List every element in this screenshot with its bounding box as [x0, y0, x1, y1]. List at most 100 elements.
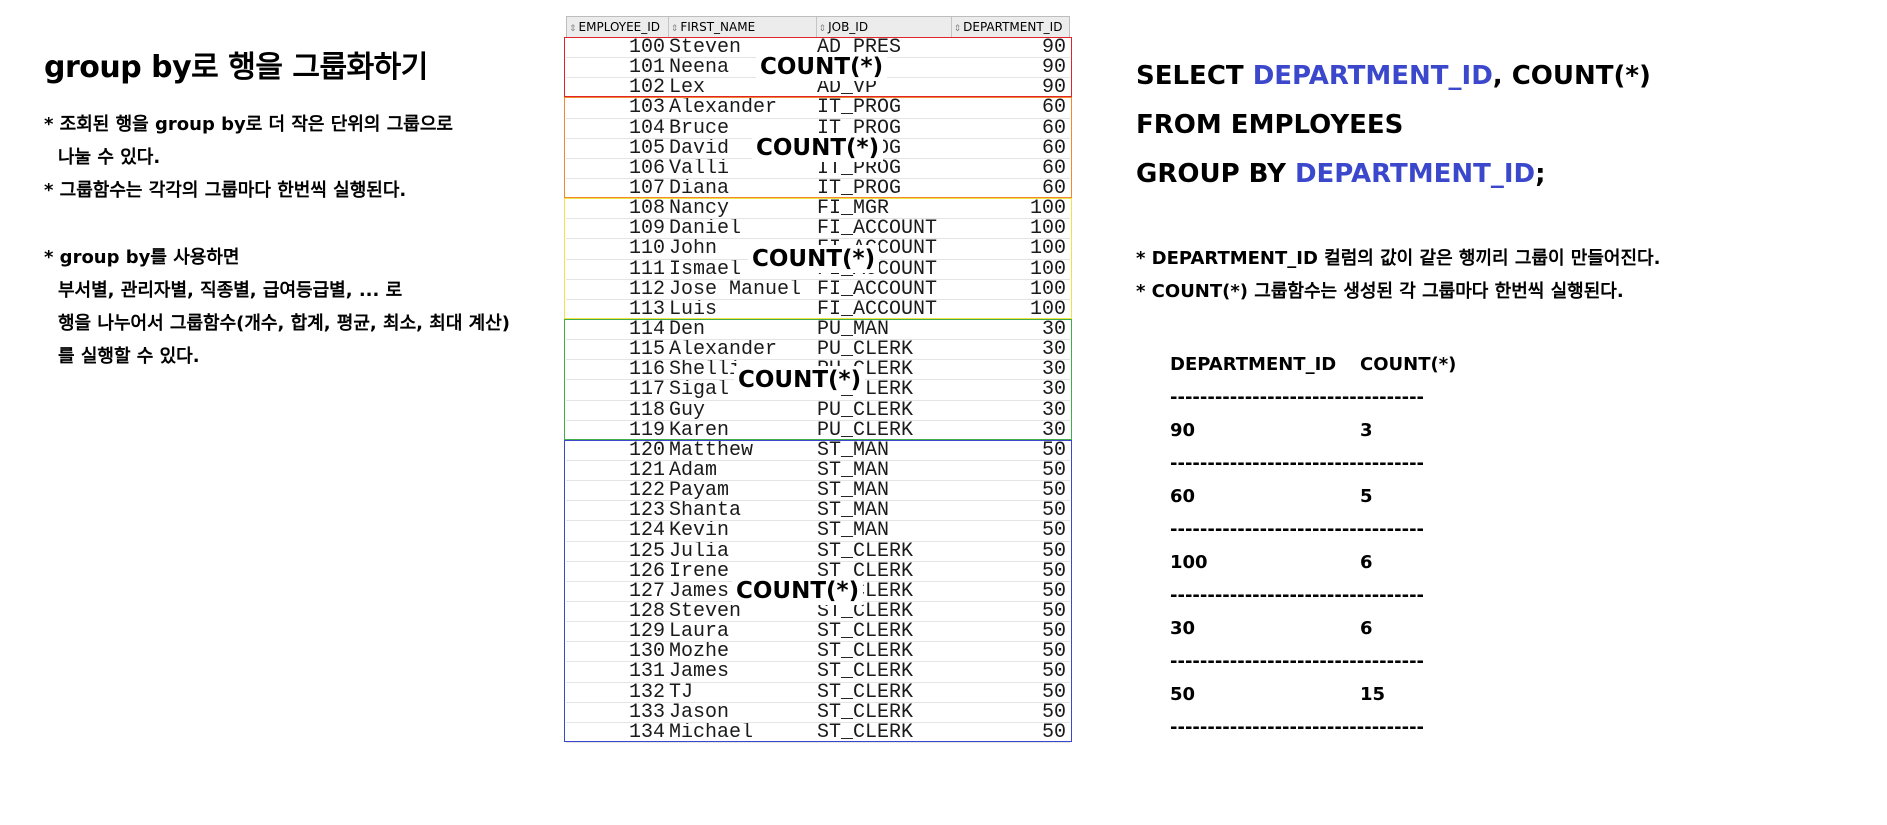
table-cell: 100: [1029, 239, 1066, 259]
table-cell: 127: [628, 581, 665, 601]
table-cell: 30: [1041, 400, 1066, 420]
table-cell: 128: [628, 601, 665, 622]
table-cell: IT_PROG: [817, 178, 902, 199]
result-header-department-id: DEPARTMENT_ID: [1170, 354, 1337, 375]
result-count: 6: [1360, 618, 1373, 639]
table-cell: Michael: [669, 722, 754, 742]
table-row[interactable]: 115 Alexander PU_CLERK 30: [566, 340, 1070, 361]
table-row[interactable]: 114 Den PU_MAN 30: [566, 319, 1070, 341]
table-cell: Shanta: [669, 501, 742, 521]
table-cell: Nancy: [669, 199, 730, 219]
table-row[interactable]: 108 Nancy FI_MGR 100: [566, 199, 1070, 220]
table-row[interactable]: 113 Luis FI_ACCOUNT 100: [566, 300, 1070, 320]
table-row[interactable]: 119 Karen PU_CLERK 30: [566, 421, 1070, 441]
result-count: 3: [1360, 420, 1373, 441]
table-cell: 50: [1041, 682, 1066, 702]
table-cell: 107: [628, 178, 665, 199]
column-header-department-id[interactable]: ⇕ DEPARTMENT_ID: [952, 17, 1069, 37]
table-cell: 60: [1041, 178, 1066, 199]
table-cell: 100: [1029, 219, 1066, 239]
explanation-line: 행을 나누어서 그룹함수(개수, 합계, 평균, 최소, 최대 계산): [58, 313, 510, 334]
explanation-line: * 조회된 행을 group by로 더 작은 단위의 그룹으로: [44, 114, 453, 135]
table-row[interactable]: 130 Mozhe ST_CLERK 50: [566, 642, 1070, 663]
table-cell: ST_MAN: [817, 440, 890, 460]
explanation-panel: group by로 행을 그룹화하기 * 조회된 행을 group by로 더 …: [44, 42, 564, 373]
table-cell: ST_CLERK: [817, 662, 914, 682]
table-row[interactable]: 109 Daniel FI_ACCOUNT 100: [566, 219, 1070, 240]
table-row[interactable]: 106 Valli IT_PROG 60: [566, 159, 1070, 179]
table-cell: 125: [628, 541, 665, 561]
explanation-line: * group by를 사용하면: [44, 247, 240, 268]
table-cell: 50: [1041, 642, 1066, 662]
table-cell: James: [669, 662, 730, 682]
explanation-block-2: * group by를 사용하면 부서별, 관리자별, 직종별, 급여등급별, …: [44, 241, 564, 373]
column-header-employee-id[interactable]: ⇕ EMPLOYEE_ID: [567, 17, 669, 37]
table-cell: FI_ACCOUNT: [817, 279, 938, 299]
table-row[interactable]: 129 Laura ST_CLERK 50: [566, 622, 1070, 643]
table-cell: PU_MAN: [817, 319, 890, 340]
sql-line-group-by: GROUP BY DEPARTMENT_ID;: [1136, 159, 1546, 189]
table-cell: Den: [669, 319, 706, 340]
table-cell: ST_MAN: [817, 521, 890, 541]
table-row[interactable]: 134 Michael ST_CLERK 50: [566, 723, 1070, 743]
table-cell: 117: [628, 380, 665, 400]
table-row[interactable]: 103 Alexander IT_PROG 60: [566, 98, 1070, 119]
table-row[interactable]: 132 TJ ST_CLERK 50: [566, 683, 1070, 703]
table-cell: 123: [628, 501, 665, 521]
employees-result-grid: ⇕ EMPLOYEE_ID ⇕ FIRST_NAME ⇕ JOB_ID ⇕ DEPART…: [564, 16, 1072, 743]
table-row[interactable]: 131 James ST_CLERK 50: [566, 662, 1070, 683]
table-row[interactable]: 124 Kevin ST_MAN 50: [566, 521, 1070, 542]
table-cell: TJ: [669, 682, 694, 702]
result-department-id: 100: [1170, 552, 1208, 573]
table-cell: 50: [1041, 722, 1066, 742]
table-cell: 115: [628, 340, 665, 360]
table-cell: Daniel: [669, 219, 742, 239]
group-count-label: COUNT(*): [752, 133, 884, 162]
table-row[interactable]: 133 Jason ST_CLERK 50: [566, 703, 1070, 723]
table-cell: 116: [628, 360, 665, 380]
group-count-label: COUNT(*): [756, 53, 888, 82]
sort-icon: ⇕: [953, 24, 962, 34]
table-row[interactable]: 120 Matthew ST_MAN 50: [566, 441, 1070, 461]
table-cell: ST_MAN: [817, 460, 890, 481]
table-row[interactable]: 112 Jose Manuel FI_ACCOUNT 100: [566, 280, 1070, 300]
explanation-line: 부서별, 관리자별, 직종별, 급여등급별, ... 로: [58, 280, 403, 301]
sort-icon: ⇕: [569, 24, 577, 34]
group-count-label: COUNT(*): [732, 577, 864, 606]
table-cell: Alexander: [669, 340, 778, 360]
table-cell: 126: [628, 561, 665, 581]
group-count-label: COUNT(*): [734, 365, 866, 394]
table-cell: 30: [1041, 319, 1066, 340]
table-cell: ST_CLERK: [817, 682, 914, 702]
table-row[interactable]: 102 Lex AD_VP 90: [566, 78, 1070, 99]
table-row[interactable]: 121 Adam ST_MAN 50: [566, 460, 1070, 482]
table-row[interactable]: 118 Guy PU_CLERK 30: [566, 401, 1070, 421]
table-cell: 90: [1041, 78, 1066, 98]
sql-line-select: SELECT DEPARTMENT_ID, COUNT(*): [1136, 61, 1651, 91]
table-cell: 50: [1041, 521, 1066, 541]
result-row: 50 15: [1170, 678, 1456, 711]
column-header-first-name[interactable]: ⇕ FIRST_NAME: [669, 17, 817, 37]
table-cell: 130: [628, 642, 665, 662]
table-cell: PU_CLERK: [817, 340, 914, 360]
table-cell: 124: [628, 521, 665, 541]
table-cell: 30: [1041, 340, 1066, 360]
table-cell: Luis: [669, 299, 718, 319]
table-cell: Jason: [669, 702, 730, 722]
table-row[interactable]: 123 Shanta ST_MAN 50: [566, 501, 1070, 522]
page-title: group by로 행을 그룹화하기: [44, 50, 428, 85]
table-row[interactable]: 125 Julia ST_CLERK 50: [566, 542, 1070, 562]
table-cell: IT_PROG: [817, 98, 902, 118]
table-cell: 104: [628, 118, 665, 138]
result-department-id: 60: [1170, 486, 1196, 507]
divider-line: ----------------------------------: [1170, 519, 1425, 540]
table-cell: ST_CLERK: [817, 541, 914, 561]
table-row[interactable]: 122 Payam ST_MAN 50: [566, 481, 1070, 502]
table-cell: 50: [1041, 662, 1066, 682]
column-header-job-id[interactable]: ⇕ JOB_ID: [817, 17, 952, 37]
table-row[interactable]: 107 Diana IT_PROG 60: [566, 178, 1070, 200]
table-cell: 118: [628, 400, 665, 420]
table-cell: Julia: [669, 541, 730, 561]
table-cell: 129: [628, 622, 665, 642]
table-cell: 50: [1041, 440, 1066, 460]
